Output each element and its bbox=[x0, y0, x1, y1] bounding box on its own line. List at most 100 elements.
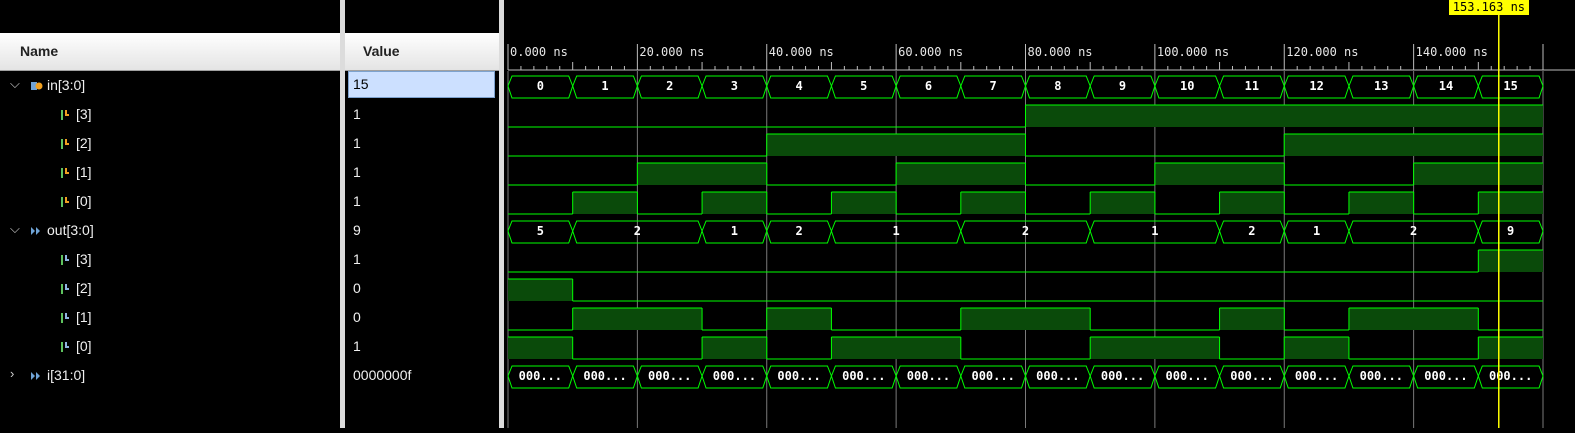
bus-segment-label: 11 bbox=[1245, 79, 1259, 93]
chevron-right-icon[interactable]: › bbox=[10, 366, 14, 381]
bus-segment-label: 9 bbox=[1507, 224, 1514, 238]
signal-name-row[interactable]: [0] bbox=[0, 332, 340, 361]
bus-segment-label: 1 bbox=[893, 224, 900, 238]
bit-high-fill bbox=[702, 337, 767, 359]
bus-segment-label: 000... bbox=[519, 369, 562, 383]
signal-name-row[interactable]: ⌵ out[3:0] bbox=[0, 216, 340, 245]
bit-high-fill bbox=[508, 279, 573, 301]
signal-name-row[interactable]: [0] bbox=[0, 187, 340, 216]
bit-high-fill bbox=[960, 192, 1026, 214]
signal-name: i[31:0] bbox=[47, 367, 86, 383]
signal-value: 0 bbox=[353, 309, 361, 325]
bus-segment-label: 9 bbox=[1119, 79, 1126, 93]
bus-segment-label: 000... bbox=[971, 369, 1014, 383]
bus-segment-label: 2 bbox=[795, 224, 802, 238]
signal-value-row[interactable]: 0 bbox=[345, 274, 500, 303]
bus-segment-label: 14 bbox=[1439, 79, 1453, 93]
selection-highlight bbox=[348, 71, 495, 98]
signal-value-row[interactable]: 0000000f bbox=[345, 361, 500, 390]
bus-segment-label: 000... bbox=[1166, 369, 1209, 383]
bit-input-icon bbox=[60, 166, 72, 178]
signal-value: 0 bbox=[353, 280, 361, 296]
signal-name-row[interactable]: [1] bbox=[0, 158, 340, 187]
bus-segment-label: 12 bbox=[1309, 79, 1323, 93]
bus-output-icon bbox=[30, 369, 42, 381]
bus-segment-label: 1 bbox=[601, 79, 608, 93]
signal-name-row[interactable]: [1] bbox=[0, 303, 340, 332]
bit-high-fill bbox=[1090, 337, 1220, 359]
signal-value-row[interactable]: 0 bbox=[345, 303, 500, 332]
cursor-time-label[interactable]: 153.163 ns bbox=[1448, 0, 1530, 15]
signal-name-row[interactable]: ⌵ in[3:0] bbox=[0, 71, 340, 100]
bit-output-icon bbox=[60, 311, 72, 323]
bus-segment-label: 4 bbox=[795, 79, 802, 93]
time-ruler-label: 100.000 ns bbox=[1157, 45, 1229, 59]
name-column-header[interactable]: Name bbox=[0, 33, 340, 71]
waveform-panel[interactable]: 0.000 ns 20.000 ns 40.000 ns 60.000 ns 80.00… bbox=[504, 0, 1575, 428]
bit-high-fill bbox=[766, 308, 832, 330]
bus-segment-label: 6 bbox=[925, 79, 932, 93]
bit-high-fill bbox=[508, 337, 573, 359]
bus-segment-label: 7 bbox=[990, 79, 997, 93]
signal-name-row[interactable]: [2] bbox=[0, 274, 340, 303]
signal-name: [2] bbox=[76, 280, 92, 296]
chevron-down-icon[interactable]: ⌵ bbox=[10, 221, 20, 237]
signal-value: 1 bbox=[353, 106, 361, 122]
bit-high-fill bbox=[572, 308, 703, 330]
bit-output-icon bbox=[60, 253, 72, 265]
time-ruler-label: 80.000 ns bbox=[1028, 45, 1093, 59]
bit-high-fill bbox=[766, 134, 1026, 156]
bus-segment-label: 000... bbox=[1230, 369, 1273, 383]
signal-name-row[interactable]: [3] bbox=[0, 100, 340, 129]
bus-segment-label: 3 bbox=[731, 79, 738, 93]
signal-value-row[interactable]: 1 bbox=[345, 129, 500, 158]
bit-input-icon bbox=[60, 195, 72, 207]
signal-value-row[interactable]: 15 bbox=[345, 71, 500, 100]
bus-segment-label: 2 bbox=[634, 224, 641, 238]
bit-high-fill bbox=[831, 337, 961, 359]
signal-name: [1] bbox=[76, 164, 92, 180]
signal-value-row[interactable]: 1 bbox=[345, 187, 500, 216]
signal-value-row[interactable]: 1 bbox=[345, 245, 500, 274]
value-panel: Value 15 1 1 1 1 9 1 0 0 1 0000000f bbox=[345, 0, 500, 428]
signal-value-row[interactable]: 1 bbox=[345, 158, 500, 187]
bus-segment-label: 000... bbox=[777, 369, 820, 383]
bit-high-fill bbox=[1219, 192, 1285, 214]
signal-value-row[interactable]: 1 bbox=[345, 100, 500, 129]
waveform-canvas[interactable]: 0.000 ns 20.000 ns 40.000 ns 60.000 ns 80.00… bbox=[504, 0, 1575, 428]
bus-segment-label: 5 bbox=[537, 224, 544, 238]
bit-input-icon bbox=[60, 137, 72, 149]
chevron-down-icon[interactable]: ⌵ bbox=[10, 76, 20, 92]
time-ruler-label: 60.000 ns bbox=[898, 45, 963, 59]
bus-segment-label: 000... bbox=[1360, 369, 1403, 383]
signal-value: 1 bbox=[353, 251, 361, 267]
signal-name-row[interactable]: [3] bbox=[0, 245, 340, 274]
signal-value-row[interactable]: 1 bbox=[345, 332, 500, 361]
bus-segment-label: 1 bbox=[1151, 224, 1158, 238]
bus-segment-label: 000... bbox=[583, 369, 626, 383]
bus-segment-label: 0 bbox=[537, 79, 544, 93]
signal-value-row[interactable]: 9 bbox=[345, 216, 500, 245]
bus-segment-label: 000... bbox=[1101, 369, 1144, 383]
bus-segment-label: 1 bbox=[731, 224, 738, 238]
bus-segment-label: 2 bbox=[1248, 224, 1255, 238]
bus-segment-label: 000... bbox=[1036, 369, 1079, 383]
bus-segment-label: 1 bbox=[1313, 224, 1320, 238]
bit-high-fill bbox=[1284, 337, 1349, 359]
time-ruler-label: 40.000 ns bbox=[769, 45, 834, 59]
bus-segment-label: 10 bbox=[1180, 79, 1194, 93]
bus-segment-label: 000... bbox=[842, 369, 885, 383]
bit-output-icon bbox=[60, 282, 72, 294]
bit-high-fill bbox=[1090, 192, 1155, 214]
signal-name: [0] bbox=[76, 338, 92, 354]
name-panel: Name ⌵ in[3:0] [3] [2] [1] [0] ⌵ out[3:0] [3] [2]… bbox=[0, 0, 340, 428]
signal-name-row[interactable]: › i[31:0] bbox=[0, 361, 340, 390]
value-column-title: Value bbox=[363, 43, 400, 59]
bit-high-fill bbox=[1413, 163, 1543, 185]
value-column-header[interactable]: Value bbox=[345, 33, 500, 71]
signal-name-row[interactable]: [2] bbox=[0, 129, 340, 158]
bit-high-fill bbox=[1348, 192, 1414, 214]
time-ruler-label: 20.000 ns bbox=[639, 45, 704, 59]
bus-segment-label: 5 bbox=[860, 79, 867, 93]
bit-high-fill bbox=[1025, 105, 1543, 127]
